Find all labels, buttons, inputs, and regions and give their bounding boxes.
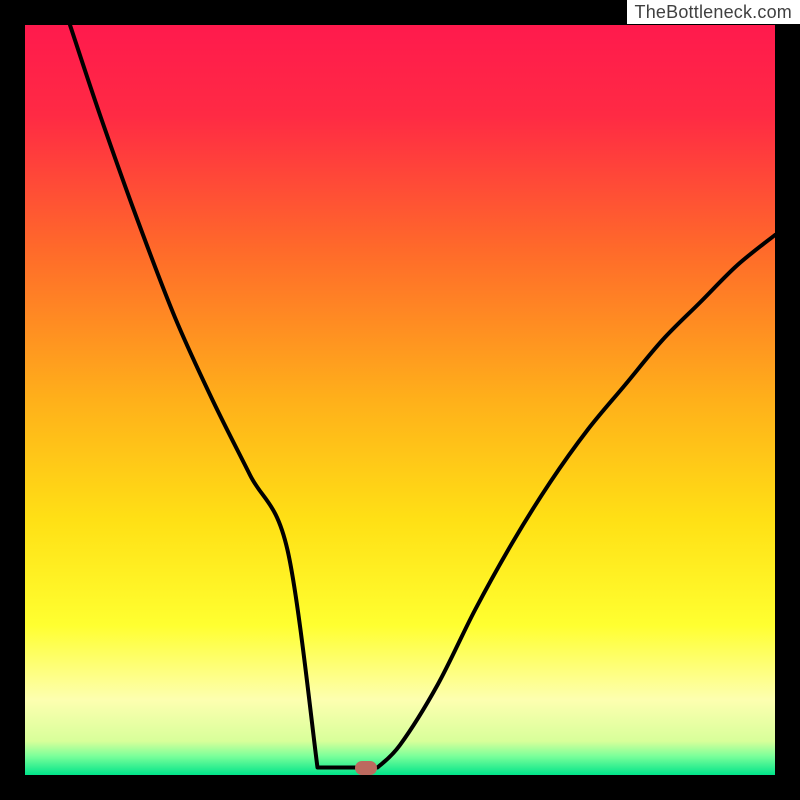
optimal-point-marker: [355, 761, 377, 775]
watermark-label: TheBottleneck.com: [627, 0, 800, 24]
chart-frame: TheBottleneck.com: [0, 0, 800, 800]
plot-area: [25, 25, 775, 775]
bottleneck-curve: [25, 25, 775, 775]
